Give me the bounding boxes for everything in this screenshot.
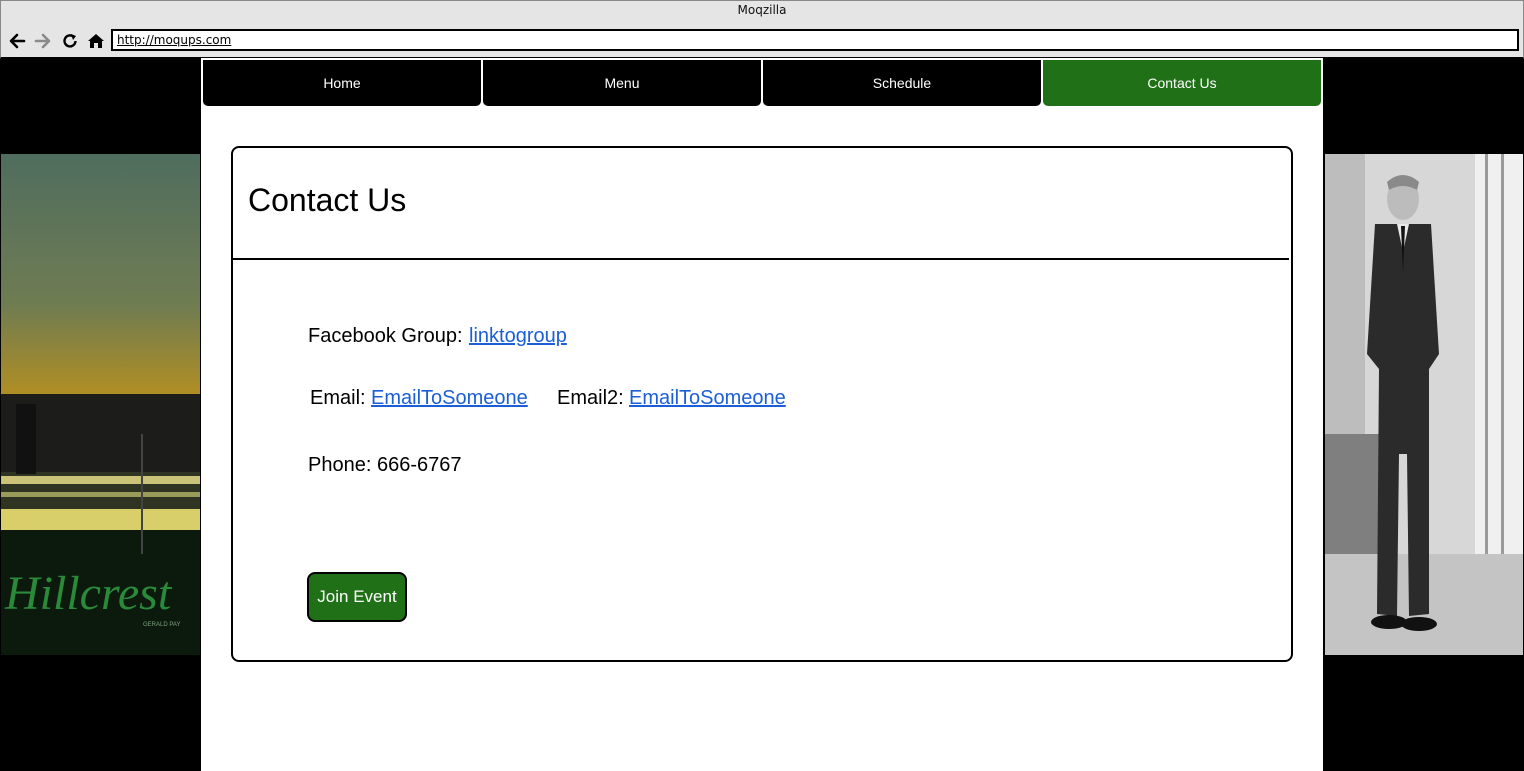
url-input[interactable]: http://moqups.com	[111, 29, 1519, 51]
contact-card: Contact Us Facebook Group: linktogroup E…	[231, 146, 1293, 662]
forward-arrow-icon[interactable]	[33, 31, 53, 51]
tab-home[interactable]: Home	[203, 60, 481, 106]
hillcrest-building-image: Hillcrest GERALD PAY	[1, 154, 200, 655]
page-content: Home Menu Schedule Contact Us Contact Us…	[201, 58, 1323, 771]
facebook-group-label: Facebook Group:	[308, 325, 463, 347]
window-title: Moqzilla	[737, 3, 787, 17]
photo-caption: GERALD PAY	[143, 622, 180, 628]
student-portrait-image	[1325, 154, 1523, 655]
email2-label: Email2:	[557, 387, 624, 409]
reload-icon[interactable]	[60, 31, 80, 51]
page-title: Contact Us	[248, 182, 407, 218]
email-link[interactable]: EmailToSomeone	[371, 387, 528, 410]
home-icon[interactable]	[86, 31, 106, 51]
tab-schedule[interactable]: Schedule	[763, 60, 1041, 106]
browser-toolbar: Moqzilla http://moqups.com	[0, 0, 1524, 59]
join-event-button[interactable]: Join Event	[307, 572, 407, 622]
tab-menu[interactable]: Menu	[483, 60, 761, 106]
phone-text: Phone: 666-6767	[308, 454, 462, 476]
email2-link[interactable]: EmailToSomeone	[629, 387, 786, 410]
tab-contact-us[interactable]: Contact Us	[1043, 60, 1321, 106]
email-label: Email:	[310, 387, 366, 409]
facebook-group-link[interactable]: linktogroup	[469, 325, 567, 348]
back-arrow-icon[interactable]	[7, 31, 27, 51]
hillcrest-script-text: Hillcrest	[4, 567, 173, 620]
title-divider	[233, 258, 1289, 260]
browser-window: Moqzilla http://moqups.com Hillcrest GER…	[0, 0, 1524, 771]
